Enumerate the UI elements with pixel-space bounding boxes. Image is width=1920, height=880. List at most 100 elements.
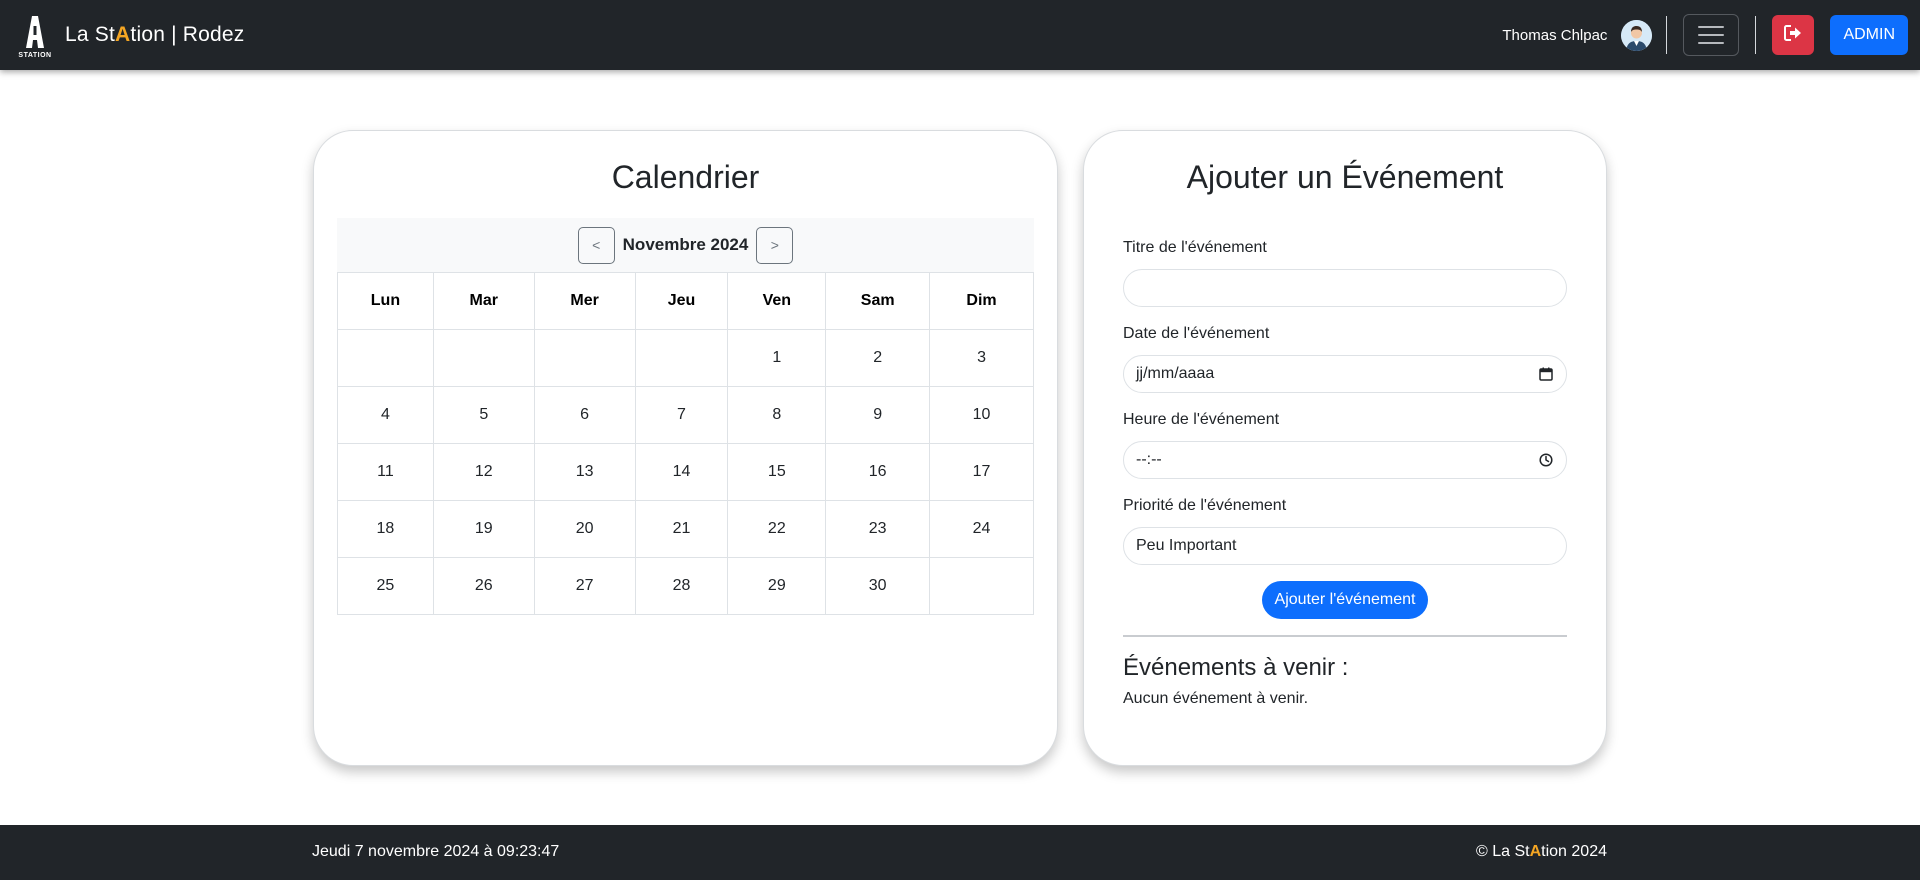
- calendar-day-cell[interactable]: 8: [727, 386, 827, 444]
- calendar-day-cell[interactable]: 9: [825, 386, 931, 444]
- clock-icon[interactable]: [1538, 452, 1554, 468]
- calendar-day-cell[interactable]: 23: [825, 500, 931, 558]
- event-priority-label: Priorité de l'événement: [1123, 497, 1287, 514]
- calendar-grid: Lun Mar Mer Jeu Ven Sam Dim 1 2 3 4 5 6 …: [337, 272, 1034, 615]
- current-datetime: Jeudi 7 novembre 2024 à 09:23:47: [312, 843, 560, 860]
- navbar-right: Thomas Chlpac ADMIN: [1502, 0, 1908, 70]
- calendar-month-nav: < Novembre 2024 >: [337, 218, 1034, 272]
- event-title-label: Titre de l'événement: [1123, 239, 1267, 256]
- calendar-day-cell: [929, 557, 1034, 615]
- calendar-day-cell: [432, 329, 535, 387]
- calendar-day-cell[interactable]: 16: [825, 443, 931, 501]
- weekday-header: Lun: [337, 272, 434, 330]
- calendar-day-cell: [634, 329, 729, 387]
- page-footer: Jeudi 7 novembre 2024 à 09:23:47 © La St…: [0, 825, 1920, 880]
- weekday-header: Ven: [727, 272, 827, 330]
- calendar-day-cell[interactable]: 7: [634, 386, 729, 444]
- user-avatar-icon[interactable]: [1621, 19, 1653, 51]
- calendar-week-row: 18 19 20 21 22 23 24: [337, 500, 1034, 558]
- calendar-day-cell[interactable]: 13: [533, 443, 636, 501]
- weekday-header: Mer: [533, 272, 636, 330]
- calendar-day-cell[interactable]: 28: [634, 557, 729, 615]
- brand-accent: A: [115, 23, 131, 46]
- event-time-input[interactable]: --:--: [1123, 441, 1567, 479]
- event-time-placeholder: --:--: [1136, 451, 1162, 468]
- brand-prefix: La St: [65, 23, 116, 46]
- calendar-day-cell[interactable]: 15: [727, 443, 827, 501]
- calendar-title: Calendrier: [611, 159, 760, 195]
- calendar-week-row: 1 2 3: [337, 329, 1034, 387]
- calendar-day-cell[interactable]: 12: [432, 443, 535, 501]
- event-title-input[interactable]: [1123, 269, 1567, 307]
- copyright-accent: A: [1529, 843, 1542, 860]
- event-date-input[interactable]: jj/mm/aaaa: [1123, 355, 1567, 393]
- submit-wrapper: Ajouter l'événement: [1123, 581, 1567, 619]
- logout-icon: [1784, 24, 1802, 46]
- calendar-day-cell[interactable]: 5: [432, 386, 535, 444]
- prev-month-button[interactable]: <: [577, 226, 615, 264]
- navbar-divider: [1666, 16, 1668, 54]
- calendar-day-cell[interactable]: 25: [337, 557, 434, 615]
- weekday-header-row: Lun Mar Mer Jeu Ven Sam Dim: [337, 272, 1034, 330]
- calendar-day-cell[interactable]: 29: [727, 557, 827, 615]
- event-date-placeholder: jj/mm/aaaa: [1136, 365, 1215, 382]
- admin-button[interactable]: ADMIN: [1830, 15, 1908, 55]
- next-month-button[interactable]: >: [756, 226, 794, 264]
- upcoming-events-title: Événements à venir :: [1123, 654, 1349, 681]
- calendar-day-cell[interactable]: 2: [825, 329, 931, 387]
- add-event-card: Ajouter un Événement Titre de l'événemen…: [1083, 130, 1607, 766]
- calendar-day-cell[interactable]: 22: [727, 500, 827, 558]
- hamburger-menu-button[interactable]: [1683, 14, 1740, 56]
- user-name: Thomas Chlpac: [1502, 26, 1608, 44]
- top-navbar: STATION La StAtion | Rodez Thomas Chlpac: [0, 0, 1920, 70]
- upcoming-events-empty-message: Aucun événement à venir.: [1123, 690, 1309, 707]
- calendar-day-cell[interactable]: 1: [727, 329, 827, 387]
- calendar-day-cell[interactable]: 21: [634, 500, 729, 558]
- calendar-day-cell[interactable]: 18: [337, 500, 434, 558]
- event-time-label: Heure de l'événement: [1123, 411, 1280, 428]
- calendar-day-cell[interactable]: 10: [929, 386, 1034, 444]
- hamburger-line: [1698, 42, 1725, 44]
- calendar-week-row: 4 5 6 7 8 9 10: [337, 386, 1034, 444]
- calendar-week-row: 11 12 13 14 15 16 17: [337, 443, 1034, 501]
- calendar-day-cell[interactable]: 30: [825, 557, 931, 615]
- calendar-day-cell[interactable]: 27: [533, 557, 636, 615]
- calendar-day-cell[interactable]: 4: [337, 386, 434, 444]
- logout-button[interactable]: [1772, 15, 1815, 55]
- current-month-label: Novembre 2024: [622, 235, 749, 254]
- station-logo-icon: STATION: [12, 12, 58, 59]
- weekday-header: Jeu: [634, 272, 729, 330]
- calendar-day-cell[interactable]: 11: [337, 443, 434, 501]
- calendar-day-cell[interactable]: 17: [929, 443, 1034, 501]
- add-event-title: Ajouter un Événement: [1186, 159, 1504, 195]
- navbar-divider: [1755, 16, 1757, 54]
- calendar-day-cell[interactable]: 20: [533, 500, 636, 558]
- hamburger-line: [1698, 34, 1725, 36]
- copyright-suffix: tion 2024: [1541, 843, 1607, 860]
- calendar-day-cell[interactable]: 19: [432, 500, 535, 558]
- calendar-day-cell[interactable]: 3: [929, 329, 1034, 387]
- brand-suffix: tion | Rodez: [130, 23, 245, 46]
- weekday-header: Sam: [825, 272, 931, 330]
- logo-caption: STATION: [18, 52, 52, 59]
- calendar-week-row: 25 26 27 28 29 30: [337, 557, 1034, 615]
- brand-name: La StAtion | Rodez: [65, 23, 245, 47]
- brand-link[interactable]: STATION La StAtion | Rodez: [12, 12, 245, 59]
- weekday-header: Mar: [432, 272, 535, 330]
- calendar-day-cell: [533, 329, 636, 387]
- weekday-header: Dim: [929, 272, 1034, 330]
- calendar-day-cell[interactable]: 24: [929, 500, 1034, 558]
- event-priority-select[interactable]: Peu Important: [1123, 527, 1567, 565]
- footer-copyright: © La StAtion 2024: [1476, 843, 1607, 861]
- calendar-day-cell[interactable]: 26: [432, 557, 535, 615]
- event-priority-value: Peu Important: [1136, 537, 1237, 554]
- calendar-icon[interactable]: [1538, 366, 1554, 382]
- hamburger-line: [1698, 26, 1725, 28]
- calendar-day-cell[interactable]: 6: [533, 386, 636, 444]
- calendar-day-cell[interactable]: 14: [634, 443, 729, 501]
- add-event-button[interactable]: Ajouter l'événement: [1261, 581, 1429, 619]
- calendar-card: Calendrier < Novembre 2024 > Lun Mar Mer…: [313, 130, 1058, 766]
- calendar-day-cell: [337, 329, 434, 387]
- event-date-label: Date de l'événement: [1123, 325, 1270, 342]
- section-divider: [1123, 635, 1567, 637]
